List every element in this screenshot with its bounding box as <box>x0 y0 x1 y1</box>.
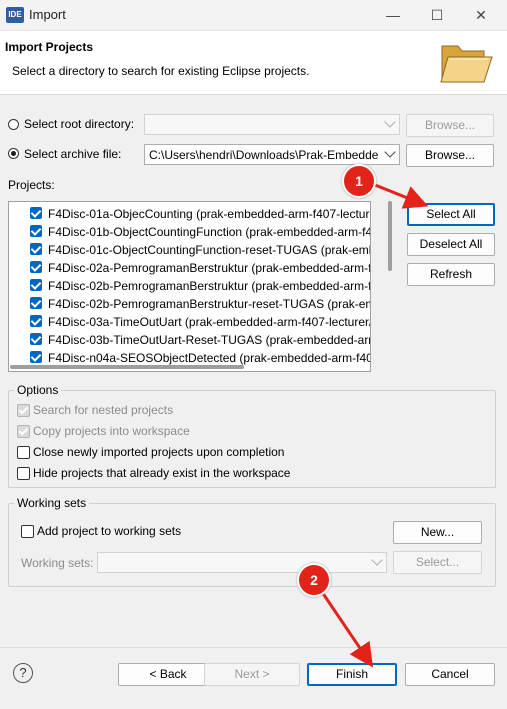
checkbox-checked-icon[interactable] <box>30 351 42 363</box>
root-directory-radio[interactable] <box>8 119 19 130</box>
options-title: Options <box>14 383 62 397</box>
search-nested-label: Search for nested projects <box>33 403 174 417</box>
page-description: Select a directory to search for existin… <box>12 64 310 78</box>
checkbox-checked-icon[interactable] <box>30 207 42 219</box>
checkbox-checked-icon[interactable] <box>30 315 42 327</box>
working-sets-combo <box>97 552 387 573</box>
folder-icon <box>440 45 493 83</box>
finish-button[interactable]: Finish <box>307 663 397 686</box>
help-icon[interactable]: ? <box>13 663 33 683</box>
copy-projects-label: Copy projects into workspace <box>33 424 190 438</box>
add-working-sets-label: Add project to working sets <box>37 524 182 538</box>
app-icon: IDE <box>6 7 24 23</box>
select-all-button[interactable]: Select All <box>407 203 495 226</box>
chevron-down-icon <box>384 146 396 158</box>
hide-existing-label: Hide projects that already exist in the … <box>33 466 291 480</box>
minimize-button[interactable]: — <box>371 0 415 30</box>
checkbox-checked-icon[interactable] <box>30 279 42 291</box>
working-sets-title: Working sets <box>14 496 90 510</box>
archive-file-combo[interactable]: C:\Users\hendri\Downloads\Prak-Embedde <box>144 144 400 165</box>
window-title: Import <box>29 7 66 22</box>
projects-list[interactable]: F4Disc-01a-ObjecCounting (prak-embedded-… <box>8 201 371 372</box>
new-working-set-button[interactable]: New... <box>393 521 482 544</box>
vertical-scrollbar[interactable] <box>388 201 392 271</box>
root-directory-label: Select root directory: <box>24 117 135 131</box>
cancel-button[interactable]: Cancel <box>405 663 495 686</box>
projects-label: Projects: <box>8 178 55 192</box>
annotation-badge-1: 1 <box>342 164 376 198</box>
add-working-sets-checkbox[interactable] <box>21 525 34 538</box>
chevron-down-icon <box>371 554 383 566</box>
close-window-button[interactable]: ✕ <box>459 0 503 30</box>
page-title: Import Projects <box>5 40 94 54</box>
maximize-button[interactable]: ☐ <box>415 0 459 30</box>
close-newly-label: Close newly imported projects upon compl… <box>33 445 285 459</box>
chevron-down-icon <box>384 116 396 128</box>
refresh-button[interactable]: Refresh <box>407 263 495 286</box>
archive-file-label: Select archive file: <box>24 147 122 161</box>
horizontal-scrollbar[interactable] <box>10 365 244 369</box>
root-directory-combo <box>144 114 400 135</box>
search-nested-checkbox <box>17 404 30 417</box>
checkbox-checked-icon[interactable] <box>30 297 42 309</box>
next-button: Next > <box>204 663 300 686</box>
archive-file-value: C:\Users\hendri\Downloads\Prak-Embedde <box>149 148 379 162</box>
working-sets-label: Working sets: <box>21 556 94 570</box>
checkbox-checked-icon[interactable] <box>30 333 42 345</box>
root-browse-button: Browse... <box>406 114 494 137</box>
hide-existing-checkbox[interactable] <box>17 467 30 480</box>
checkbox-checked-icon[interactable] <box>30 261 42 273</box>
archive-file-radio[interactable] <box>8 148 19 159</box>
back-button[interactable]: < Back <box>118 663 218 686</box>
deselect-all-button[interactable]: Deselect All <box>407 233 495 256</box>
archive-browse-button[interactable]: Browse... <box>406 144 494 167</box>
select-working-sets-button: Select... <box>393 551 482 574</box>
annotation-badge-2: 2 <box>297 563 331 597</box>
working-sets-group <box>8 503 496 587</box>
close-newly-checkbox[interactable] <box>17 446 30 459</box>
checkbox-checked-icon[interactable] <box>30 225 42 237</box>
checkbox-checked-icon[interactable] <box>30 243 42 255</box>
copy-projects-checkbox <box>17 425 30 438</box>
